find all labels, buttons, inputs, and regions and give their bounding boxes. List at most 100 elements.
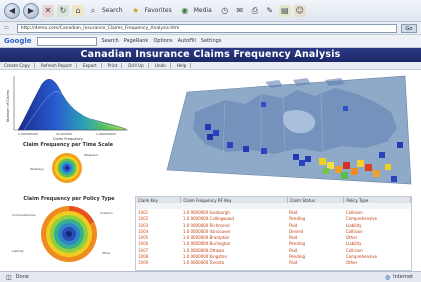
help-button[interactable]: Help (177, 63, 192, 68)
undo-button[interactable]: Undo (155, 63, 171, 68)
google-options-tool[interactable]: Options (153, 38, 172, 44)
status-text: Done (15, 274, 29, 280)
arrow-right-icon: ▶ (27, 6, 35, 15)
google-autofill-tool[interactable]: AutoFill (178, 38, 196, 44)
density-x-label: Claim Frequency (53, 137, 84, 141)
messenger-button[interactable]: ☺ (293, 4, 306, 17)
claim-square-bc-1 (205, 124, 211, 130)
media-label[interactable]: Media (194, 7, 212, 14)
time-pie-label-weekday: Weekday (30, 167, 44, 171)
table-cell: Paid (289, 260, 298, 266)
forward-button[interactable]: ▶ (23, 2, 39, 19)
claim-square-orange-3 (373, 170, 380, 177)
table-cell: 1009 (138, 260, 149, 266)
search-button[interactable]: ⌕ (87, 5, 99, 17)
policy-pie-label-liability: Liability (12, 249, 24, 253)
table-cell: Other (345, 260, 358, 266)
print-button[interactable]: ⎙ (249, 5, 261, 17)
google-pagerank-tool[interactable]: PageRank (124, 38, 149, 44)
google-toolbar: Google Search PageRank Options AutoFill … (0, 35, 421, 48)
claim-square-blue-north (261, 102, 266, 107)
policy-pie-label-comprehensive: Comprehensive (12, 213, 36, 217)
mail-icon: ✉ (236, 6, 244, 15)
claim-square-red-1 (343, 162, 350, 169)
density-tick-1: 10.000000 (56, 132, 72, 136)
refresh-icon: ↻ (59, 6, 67, 15)
density-tick-2: 1.000000000 (96, 132, 116, 136)
claim-square-yellow-1 (319, 158, 326, 165)
print-report-button[interactable]: Print (108, 63, 123, 68)
stop-icon: ✕ (44, 6, 52, 15)
history-button[interactable]: ◷ (219, 5, 231, 17)
media-icon: ◉ (181, 6, 189, 15)
claim-square-blue-nl (397, 142, 403, 148)
go-button[interactable]: Go (401, 23, 417, 33)
claim-square-on-1 (293, 154, 299, 160)
home-icon: ⌂ (75, 6, 81, 15)
create-copy-button[interactable]: Create Copy (4, 63, 35, 68)
time-pie-label-weekend: Weekend (84, 153, 98, 157)
favorites-label[interactable]: Favorites (145, 7, 172, 14)
history-icon: ◷ (221, 6, 229, 15)
stop-button[interactable]: ✕ (42, 4, 54, 17)
density-tick-0: 0.000000000 (18, 132, 38, 136)
table-row[interactable]: 1009 1.0 0000000 Toronto Paid Other (136, 260, 411, 266)
google-logo: Google (4, 37, 32, 45)
claim-square-blue-ns (391, 176, 397, 182)
search-label[interactable]: Search (102, 7, 123, 14)
star-icon: ★ (132, 6, 140, 15)
mail-button[interactable]: ✉ (234, 5, 246, 17)
edit-button[interactable]: ✎ (264, 5, 276, 17)
export-button[interactable]: Export (83, 63, 102, 68)
policy-pie-label-other: Other (102, 251, 111, 255)
home-button[interactable]: ⌂ (72, 4, 84, 17)
policy-type-pie-chart[interactable]: Comprehensive Collision Liability Other (10, 202, 128, 270)
security-zone: ◍ Internet (385, 274, 413, 281)
refresh-report-button[interactable]: Refresh Report (41, 63, 77, 68)
claim-square-green-2 (323, 168, 329, 174)
claim-square-yellow-3 (357, 160, 364, 167)
time-pie-center (65, 166, 69, 170)
status-bar: ◫ Done ◍ Internet (0, 271, 421, 282)
report-toolbar: Create Copy Refresh Report Export Print … (0, 62, 421, 70)
claim-density-chart[interactable]: Number of Claims 0.000000000 10.000000 1… (4, 72, 132, 142)
claim-square-ab (227, 142, 233, 148)
google-search-tool[interactable]: Search (102, 38, 119, 44)
edit-icon: ✎ (266, 6, 274, 15)
drill-up-button[interactable]: Drill Up (128, 63, 149, 68)
refresh-button[interactable]: ↻ (57, 4, 69, 17)
claim-square-on-3 (305, 156, 311, 162)
address-label: ▭ (4, 25, 9, 31)
policy-pie-center (66, 231, 72, 237)
canada-claims-map[interactable] (165, 72, 415, 192)
claim-square-red-2 (365, 164, 372, 171)
claim-square-bc-2 (213, 130, 219, 136)
claim-square-yellow-4 (385, 164, 391, 170)
claim-square-blue-qc (379, 152, 385, 158)
globe-icon: ◍ (384, 273, 391, 281)
claim-square-sk (243, 146, 249, 152)
claim-square-orange-2 (351, 168, 358, 175)
policy-pie-label-collision: Collision (100, 211, 113, 215)
claim-square-bc-3 (207, 134, 213, 140)
claim-square-yellow-2 (327, 162, 334, 169)
page-title: Canadian Insurance Claims Frequency Anal… (0, 48, 421, 62)
claim-square-on-2 (299, 160, 305, 166)
page-icon: ◫ (6, 273, 12, 281)
messenger-icon: ☺ (295, 6, 304, 15)
zone-label: Internet (393, 274, 413, 280)
google-settings-tool[interactable]: Settings (201, 38, 222, 44)
favorites-button[interactable]: ★ (130, 5, 142, 17)
discuss-icon: ▤ (280, 6, 289, 15)
address-bar[interactable]: http://demo.com/Canadian_Insurance_Claim… (16, 23, 397, 33)
time-scale-pie-chart[interactable]: Weekday Weekend (22, 148, 112, 190)
browser-toolbar: ◀ ▶ ✕ ↻ ⌂ ⌕ Search ★ Favorites ◉ Media ◷… (0, 0, 421, 22)
media-button[interactable]: ◉ (179, 5, 191, 17)
back-button[interactable]: ◀ (4, 2, 20, 19)
print-icon: ⎙ (251, 5, 258, 15)
google-search-input[interactable] (36, 36, 97, 46)
claims-table[interactable]: Claim Key Claim Frequency RF Key Claim S… (135, 196, 412, 271)
discuss-button[interactable]: ▤ (278, 4, 291, 17)
report-canvas: Number of Claims 0.000000000 10.000000 1… (0, 70, 421, 271)
claim-square-blue-north-2 (343, 106, 348, 111)
